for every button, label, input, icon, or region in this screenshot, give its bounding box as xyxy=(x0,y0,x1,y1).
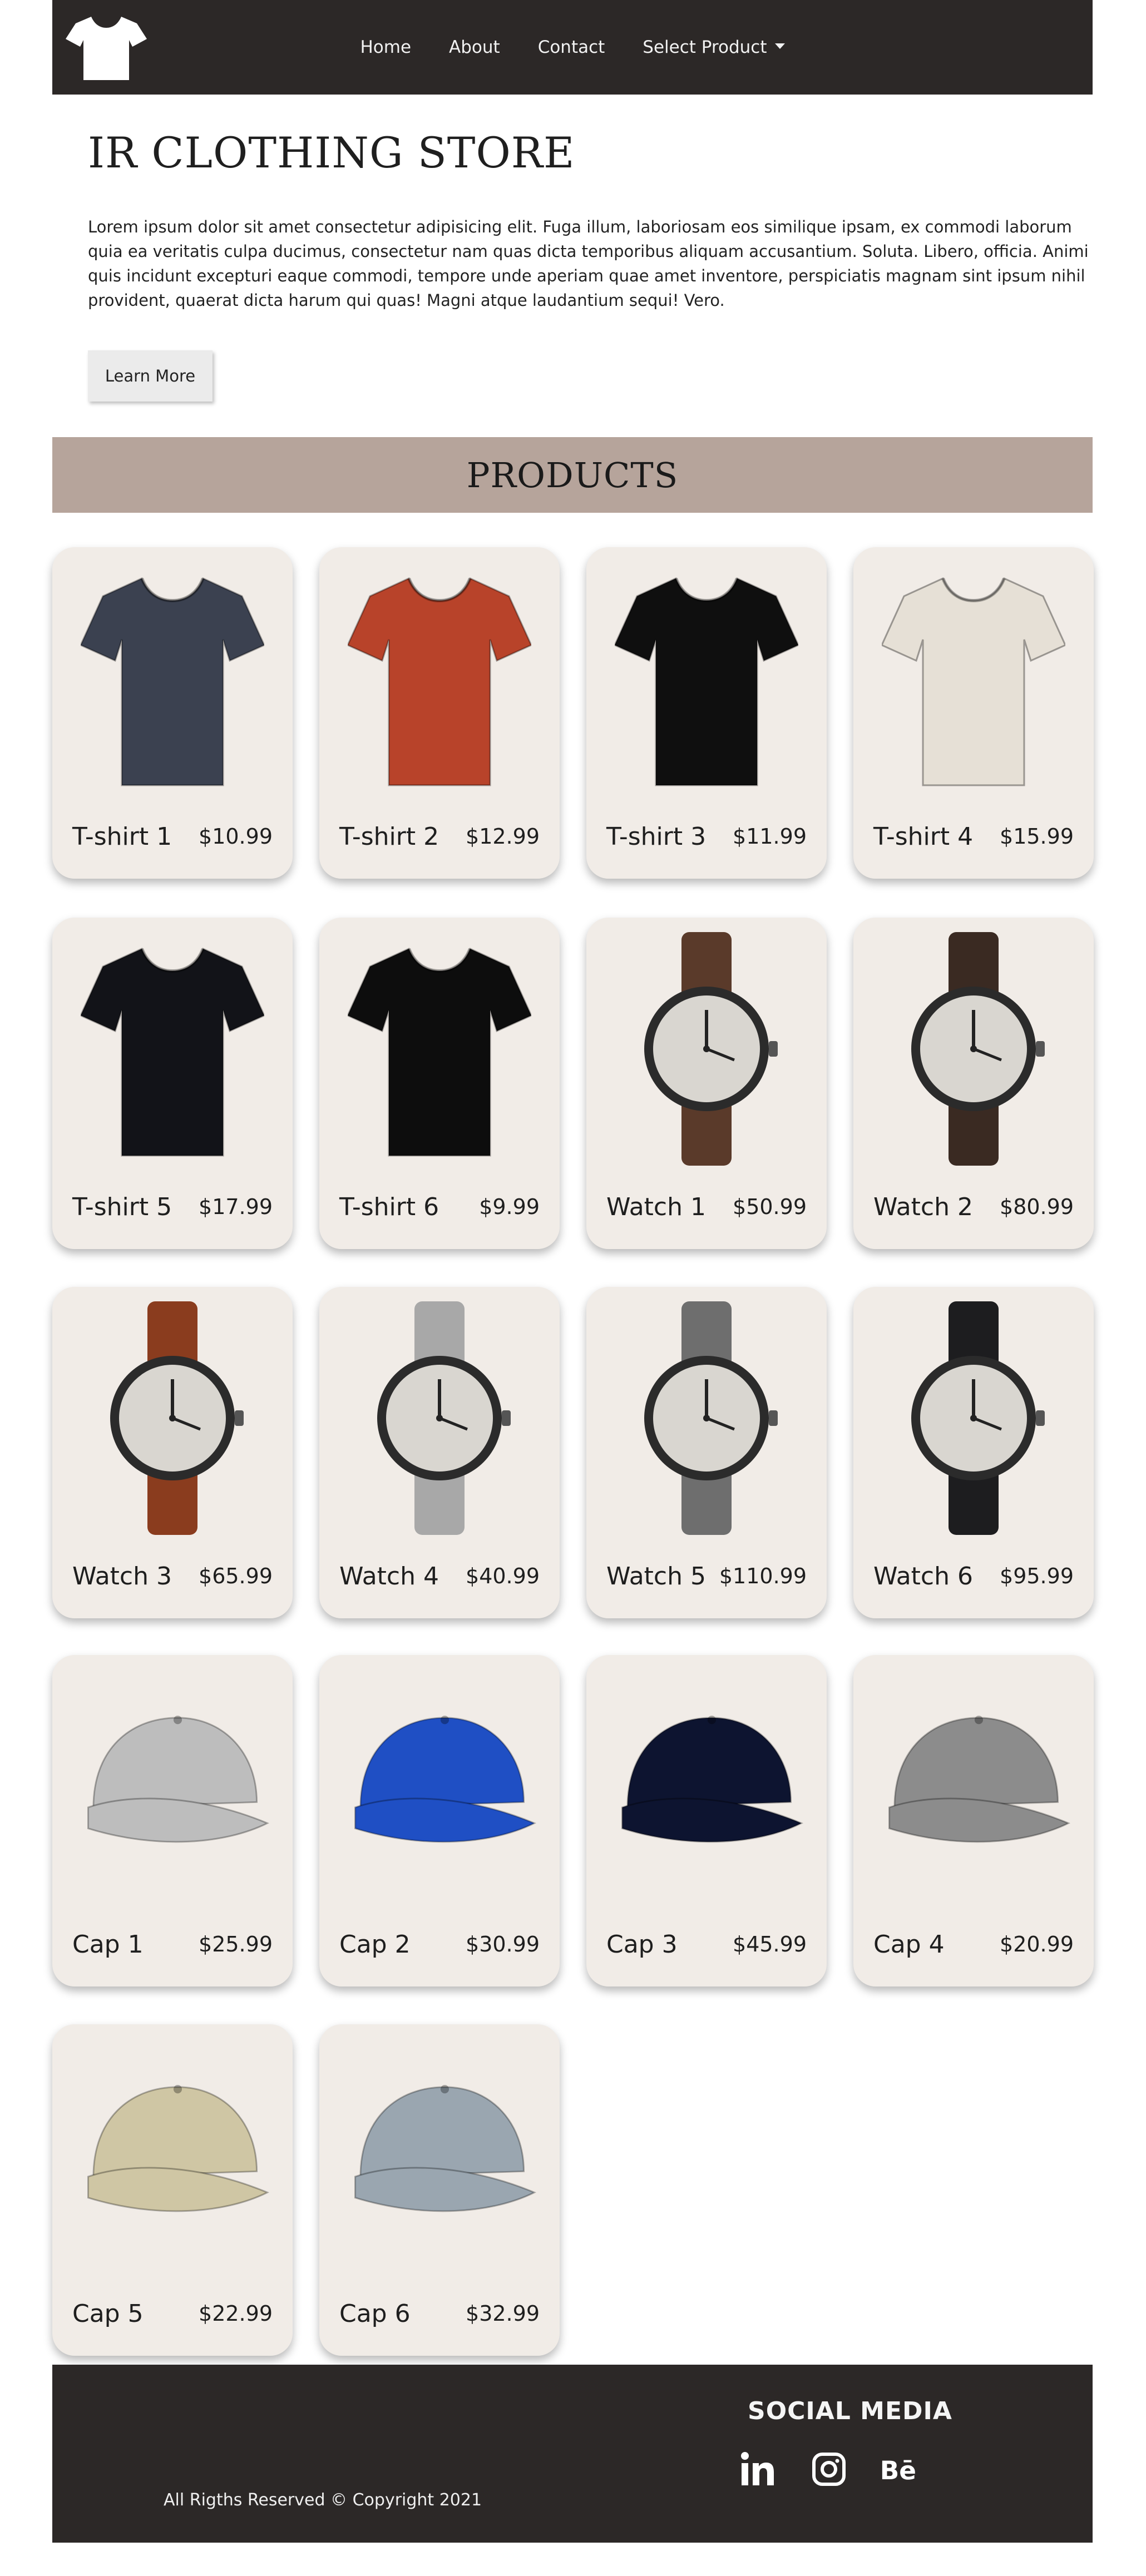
product-name: Watch 1 xyxy=(606,1193,706,1221)
product-card[interactable]: T-shirt 6 $9.99 xyxy=(319,918,560,1249)
behance-icon[interactable]: Bē xyxy=(879,2448,921,2490)
nav-home[interactable]: Home xyxy=(360,37,411,57)
product-card[interactable]: Watch 3 $65.99 xyxy=(52,1287,293,1618)
page-title: IR CLOTHING STORE xyxy=(88,128,575,177)
product-price: $45.99 xyxy=(733,1932,807,1956)
tshirt-image[interactable] xyxy=(606,562,807,795)
product-name: Watch 3 xyxy=(72,1562,172,1591)
cap-image[interactable] xyxy=(72,1670,273,1903)
hero-section: IR CLOTHING STORE Lorem ipsum dolor sit … xyxy=(52,95,1093,437)
product-card[interactable]: Cap 1 $25.99 xyxy=(52,1655,293,1987)
tshirt-image[interactable] xyxy=(339,562,540,795)
product-price: $10.99 xyxy=(199,824,273,849)
select-product-dropdown[interactable]: Select Product xyxy=(643,37,785,57)
product-name: Watch 4 xyxy=(339,1562,439,1591)
watch-image[interactable] xyxy=(606,932,807,1166)
product-name: T-shirt 2 xyxy=(339,823,439,851)
tshirt-image[interactable] xyxy=(72,562,273,795)
product-price: $25.99 xyxy=(199,1932,273,1956)
footer: SOCIAL MEDIA Bē All Rigths Reserved © Co… xyxy=(52,2365,1093,2543)
nav-contact[interactable]: Contact xyxy=(538,37,605,57)
watch-image[interactable] xyxy=(606,1301,807,1535)
product-card[interactable]: Cap 3 $45.99 xyxy=(586,1655,827,1987)
social-icons: Bē xyxy=(737,2448,921,2490)
watch-image[interactable] xyxy=(72,1301,273,1535)
product-price: $15.99 xyxy=(1000,824,1074,849)
select-product-label: Select Product xyxy=(643,37,767,57)
cap-image[interactable] xyxy=(72,2039,273,2272)
linkedin-icon[interactable] xyxy=(737,2448,779,2490)
nav-links: Home About Contact Select Product xyxy=(52,0,1093,95)
product-name: Cap 3 xyxy=(606,1930,678,1959)
product-card[interactable]: Cap 6 $32.99 xyxy=(319,2024,560,2356)
watch-image[interactable] xyxy=(873,932,1074,1166)
product-card[interactable]: Watch 2 $80.99 xyxy=(853,918,1094,1249)
cap-image[interactable] xyxy=(339,2039,540,2272)
products-heading: PRODUCTS xyxy=(466,454,679,496)
navbar: Home About Contact Select Product xyxy=(52,0,1093,95)
product-card[interactable]: T-shirt 1 $10.99 xyxy=(52,547,293,879)
instagram-icon[interactable] xyxy=(808,2448,850,2490)
products-heading-bar: PRODUCTS xyxy=(52,437,1093,513)
social-media-title: SOCIAL MEDIA xyxy=(748,2397,952,2425)
product-card[interactable]: Watch 1 $50.99 xyxy=(586,918,827,1249)
tshirt-image[interactable] xyxy=(873,562,1074,795)
product-card[interactable]: Watch 5 $110.99 xyxy=(586,1287,827,1618)
hero-description: Lorem ipsum dolor sit amet consectetur a… xyxy=(88,217,1089,310)
product-price: $12.99 xyxy=(466,824,540,849)
product-name: Watch 5 xyxy=(606,1562,706,1591)
product-card[interactable]: Watch 6 $95.99 xyxy=(853,1287,1094,1618)
product-name: Cap 2 xyxy=(339,1930,411,1959)
product-price: $22.99 xyxy=(199,2301,273,2326)
product-price: $11.99 xyxy=(733,824,807,849)
product-name: T-shirt 1 xyxy=(72,823,172,851)
learn-more-button[interactable]: Learn More xyxy=(88,350,213,402)
cap-image[interactable] xyxy=(339,1670,540,1903)
product-price: $110.99 xyxy=(719,1564,807,1588)
nav-about[interactable]: About xyxy=(449,37,500,57)
watch-image[interactable] xyxy=(873,1301,1074,1535)
cap-image[interactable] xyxy=(606,1670,807,1903)
product-price: $40.99 xyxy=(466,1564,540,1588)
product-card[interactable]: Cap 5 $22.99 xyxy=(52,2024,293,2356)
product-card[interactable]: T-shirt 2 $12.99 xyxy=(319,547,560,879)
product-price: $95.99 xyxy=(1000,1564,1074,1588)
product-name: T-shirt 4 xyxy=(873,823,974,851)
product-price: $65.99 xyxy=(199,1564,273,1588)
copyright-text: All Rigths Reserved © Copyright 2021 xyxy=(164,2490,482,2510)
product-name: Cap 1 xyxy=(72,1930,144,1959)
product-price: $17.99 xyxy=(199,1195,273,1219)
product-price: $50.99 xyxy=(733,1195,807,1219)
product-price: $30.99 xyxy=(466,1932,540,1956)
svg-text:Bē: Bē xyxy=(880,2456,916,2485)
product-name: Watch 2 xyxy=(873,1193,973,1221)
product-card[interactable]: T-shirt 4 $15.99 xyxy=(853,547,1094,879)
product-name: Watch 6 xyxy=(873,1562,973,1591)
product-name: T-shirt 3 xyxy=(606,823,707,851)
product-price: $80.99 xyxy=(1000,1195,1074,1219)
product-price: $32.99 xyxy=(466,2301,540,2326)
caret-down-icon xyxy=(774,43,785,49)
product-name: Cap 6 xyxy=(339,2300,411,2328)
cap-image[interactable] xyxy=(873,1670,1074,1903)
product-name: Cap 5 xyxy=(72,2300,144,2328)
watch-image[interactable] xyxy=(339,1301,540,1535)
tshirt-image[interactable] xyxy=(72,932,273,1166)
product-name: T-shirt 5 xyxy=(72,1193,172,1221)
product-name: T-shirt 6 xyxy=(339,1193,439,1221)
product-name: Cap 4 xyxy=(873,1930,945,1959)
product-price: $20.99 xyxy=(1000,1932,1074,1956)
tshirt-image[interactable] xyxy=(339,932,540,1166)
product-card[interactable]: T-shirt 3 $11.99 xyxy=(586,547,827,879)
product-card[interactable]: T-shirt 5 $17.99 xyxy=(52,918,293,1249)
product-card[interactable]: Cap 4 $20.99 xyxy=(853,1655,1094,1987)
product-card[interactable]: Watch 4 $40.99 xyxy=(319,1287,560,1618)
product-price: $9.99 xyxy=(479,1195,540,1219)
product-card[interactable]: Cap 2 $30.99 xyxy=(319,1655,560,1987)
